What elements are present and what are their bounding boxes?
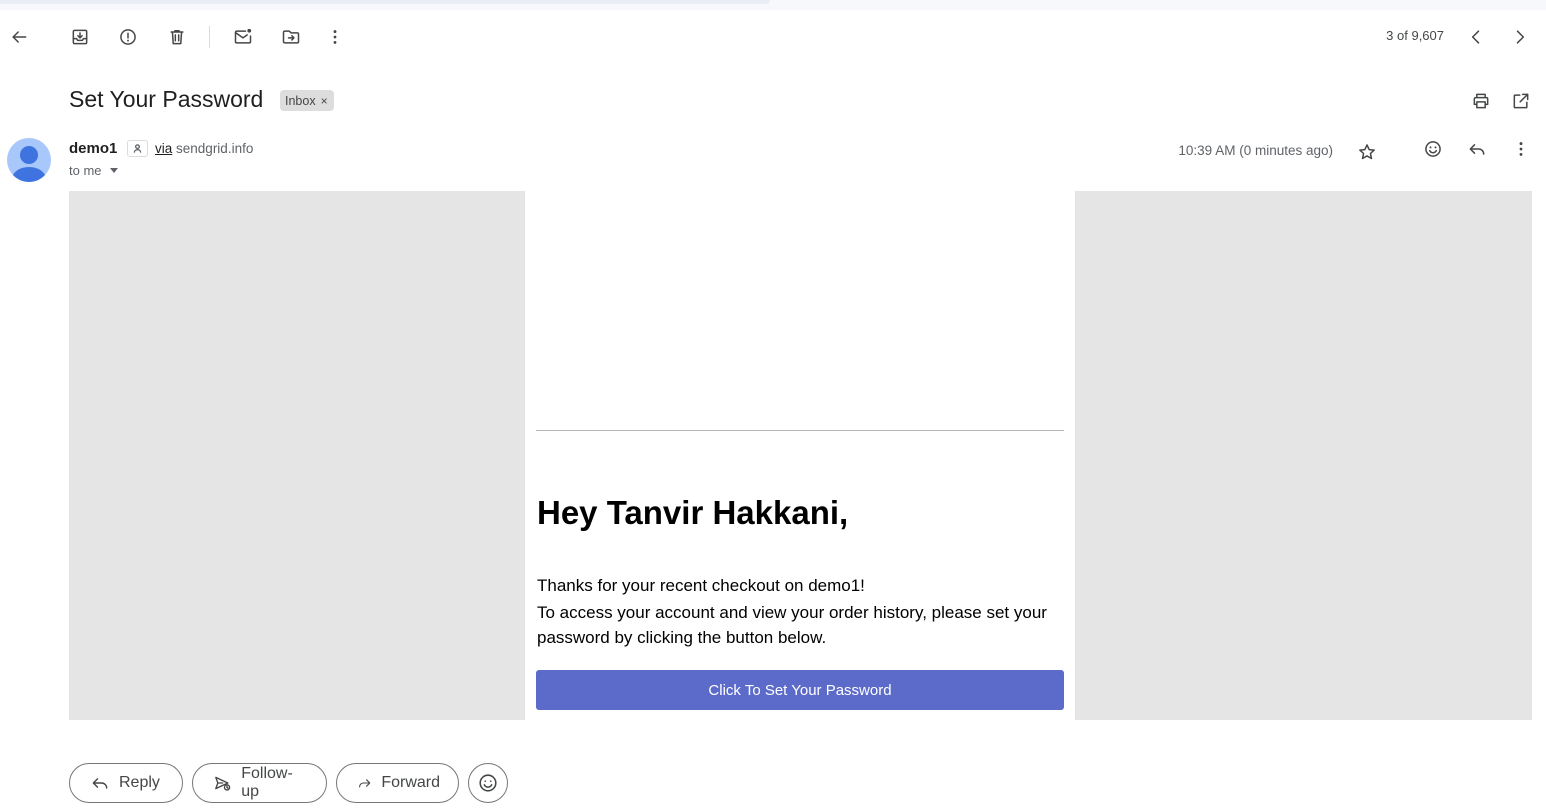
toolbar-divider <box>209 26 210 48</box>
sender-name[interactable]: demo1 <box>69 140 117 157</box>
avatar-body <box>12 167 46 182</box>
delete-button[interactable] <box>162 22 192 52</box>
forward-label: Forward <box>381 774 440 791</box>
archive-icon <box>72 29 88 45</box>
mark-unread-button[interactable] <box>228 22 258 52</box>
more-options-button[interactable] <box>320 22 350 52</box>
star-outline-icon <box>1359 144 1375 160</box>
follow-up-icon <box>215 776 231 791</box>
via-domain: sendgrid.info <box>176 141 254 156</box>
move-to-folder-icon <box>282 30 300 44</box>
inbox-label-chip[interactable]: Inbox × <box>280 90 334 111</box>
archive-button[interactable] <box>65 22 95 52</box>
star-button[interactable] <box>1352 137 1382 167</box>
print-icon <box>1473 93 1489 109</box>
search-bar-edge <box>0 0 770 4</box>
report-spam-icon <box>120 29 136 45</box>
move-to-button[interactable] <box>276 22 306 52</box>
person-icon <box>133 144 142 153</box>
email-subject: Set Your Password <box>69 86 264 112</box>
report-spam-button[interactable] <box>113 22 143 52</box>
email-body: Hey Tanvir Hakkani, Thanks for your rece… <box>69 191 1532 720</box>
open-in-new-icon <box>1513 93 1529 109</box>
reply-button-top[interactable] <box>1462 134 1492 164</box>
reply-button[interactable]: Reply <box>69 763 183 803</box>
message-timestamp: 10:39 AM (0 minutes ago) <box>1178 143 1333 158</box>
caret-down-icon <box>109 168 118 173</box>
divider-line <box>536 430 1064 431</box>
sender-details-button[interactable] <box>127 140 148 157</box>
email-line-1: Thanks for your recent checkout on demo1… <box>537 576 865 595</box>
follow-up-label: Follow-up <box>241 765 293 800</box>
older-button[interactable] <box>1505 22 1535 52</box>
mark-unread-icon <box>234 28 252 44</box>
emoji-react-icon <box>1425 141 1441 157</box>
open-in-new-window-button[interactable] <box>1506 86 1536 116</box>
message-more-button[interactable] <box>1506 134 1536 164</box>
more-vert-icon <box>1519 142 1523 156</box>
via-line: via sendgrid.info <box>155 141 253 156</box>
forward-button[interactable]: Forward <box>336 763 459 803</box>
top-strip <box>0 0 1546 10</box>
arrow-left-icon <box>12 31 27 43</box>
label-text: Inbox <box>285 93 316 108</box>
newer-button[interactable] <box>1461 22 1491 52</box>
smiley-icon <box>479 774 497 792</box>
forward-icon <box>359 779 371 788</box>
reply-icon <box>1469 144 1485 155</box>
recipient-text: to me <box>69 163 102 178</box>
add-reaction-button[interactable] <box>1418 134 1448 164</box>
email-line-2: To access your account and view your ord… <box>537 603 1047 647</box>
sender-avatar[interactable] <box>7 138 51 182</box>
follow-up-button[interactable]: Follow-up <box>192 763 327 803</box>
more-vert-icon <box>333 30 337 44</box>
set-password-button[interactable]: Click To Set Your Password <box>536 670 1064 710</box>
print-button[interactable] <box>1466 86 1496 116</box>
reply-icon <box>92 778 108 789</box>
back-button[interactable] <box>4 22 34 52</box>
email-content-card: Hey Tanvir Hakkani, Thanks for your rece… <box>525 191 1075 720</box>
chevron-left-icon <box>1471 30 1480 44</box>
remove-label-icon[interactable]: × <box>321 94 328 108</box>
recipient-details-toggle[interactable]: to me <box>69 163 118 178</box>
chevron-right-icon <box>1516 30 1525 44</box>
email-greeting: Hey Tanvir Hakkani, <box>537 494 849 531</box>
via-link[interactable]: via <box>155 141 172 156</box>
reply-label: Reply <box>119 774 160 791</box>
emoji-reaction-button[interactable] <box>468 763 508 803</box>
avatar-head <box>20 146 38 164</box>
trash-icon <box>170 30 184 45</box>
pager-count: 3 of 9,607 <box>1386 28 1444 43</box>
